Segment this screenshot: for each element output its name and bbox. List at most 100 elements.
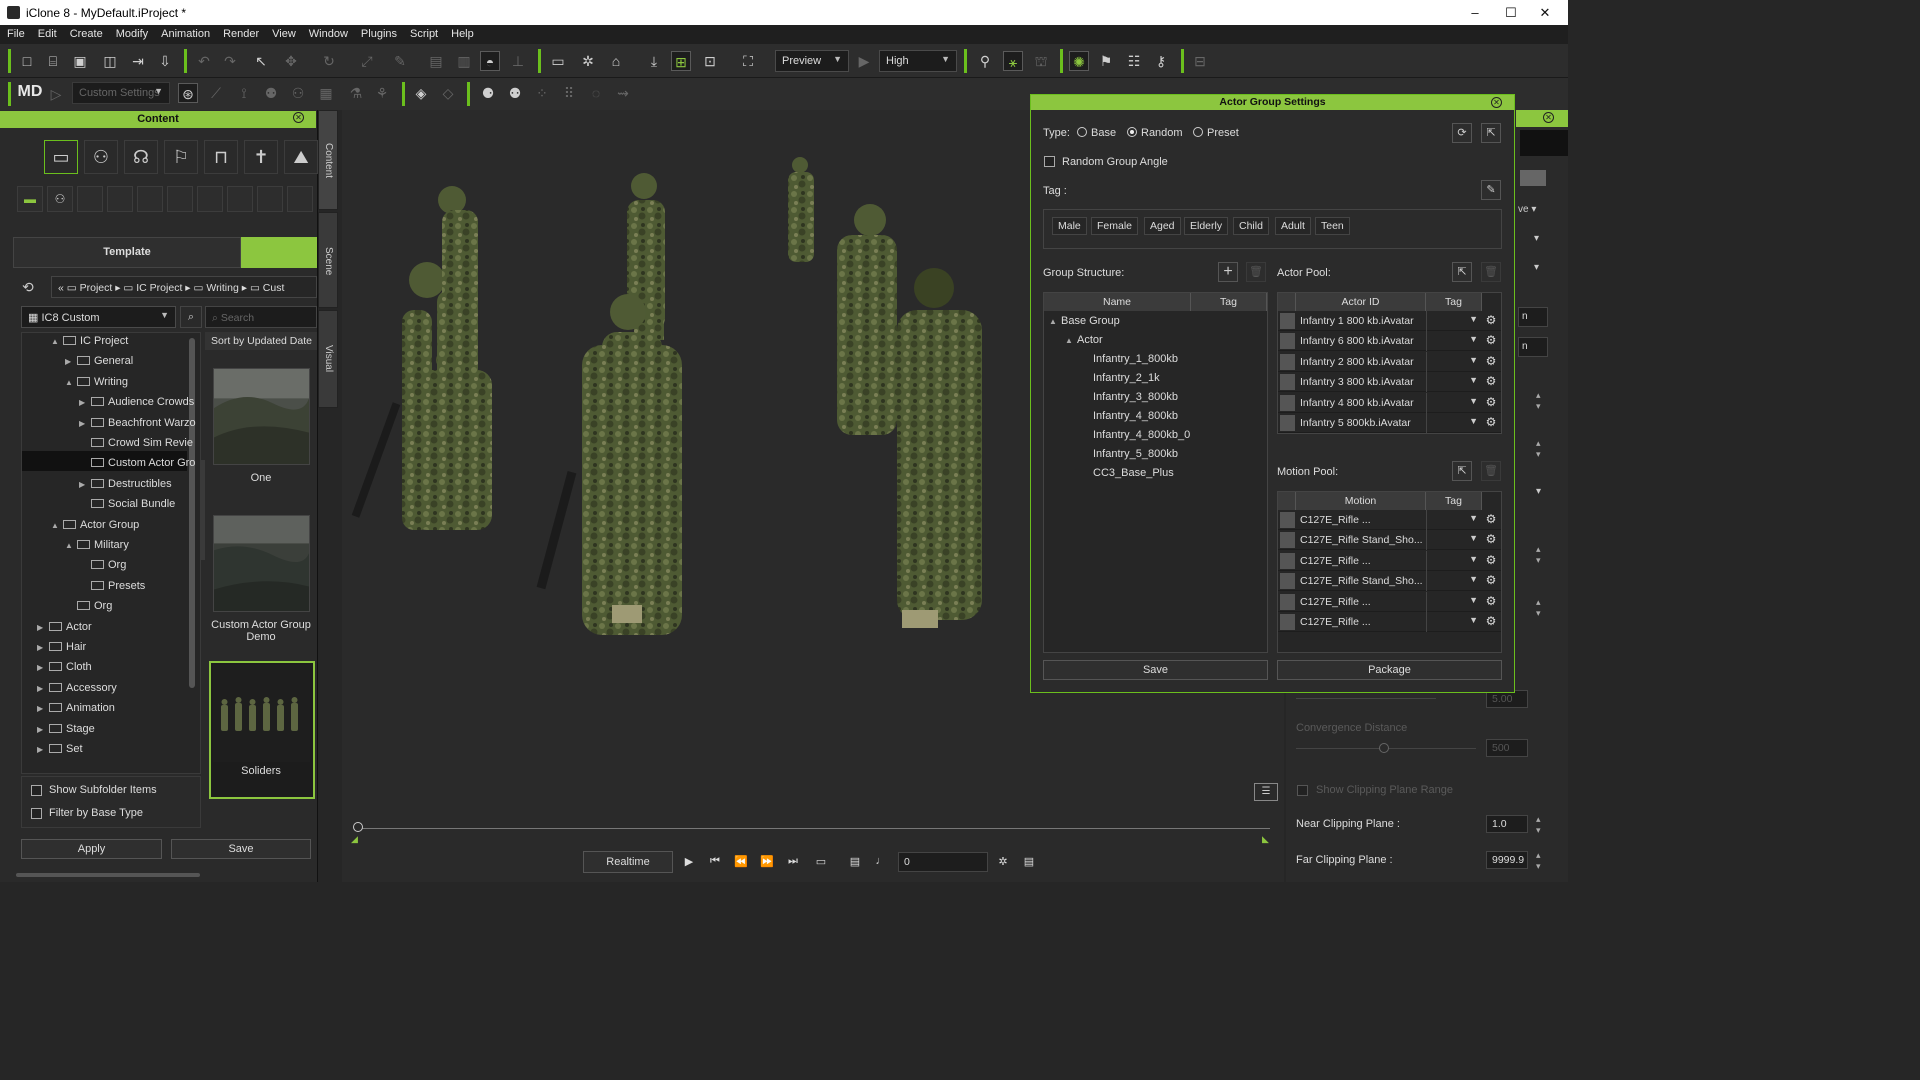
delete-actor-icon[interactable]: 🗑 <box>1481 262 1501 282</box>
refresh-icon[interactable]: ⟳ <box>1452 123 1472 143</box>
open-project-icon[interactable]: ⌸ <box>43 51 63 71</box>
motion-row[interactable]: C127E_Rifle Stand_Sho... ▼ ⚙ <box>1278 530 1501 551</box>
chevron-down-icon[interactable]: ▾ <box>1536 486 1541 497</box>
motion-row[interactable]: C127E_Rifle ... ▼ ⚙ <box>1278 591 1501 612</box>
tree-item[interactable]: Org <box>65 596 112 616</box>
empty-slot[interactable] <box>287 186 313 212</box>
horizontal-scrollbar[interactable] <box>16 873 200 877</box>
empty-slot[interactable] <box>107 186 133 212</box>
expand-arrow-icon[interactable]: ▶ <box>79 475 91 495</box>
menu-view[interactable]: View <box>265 25 302 40</box>
realtime-button[interactable]: Realtime <box>583 851 673 873</box>
redo-icon[interactable]: ↷ <box>220 51 240 71</box>
tree-item[interactable]: ▶ Set <box>37 739 83 759</box>
end-marker-icon[interactable]: ◣ <box>1262 834 1269 845</box>
expand-arrow-icon[interactable]: ▲ <box>1049 312 1061 332</box>
rotate-icon[interactable]: ↻ <box>319 51 339 71</box>
menu-modify[interactable]: Modify <box>109 25 154 40</box>
near-clipping-input[interactable]: 1.0 <box>1486 815 1528 833</box>
crowd-icon[interactable]: ⚉ <box>505 83 525 103</box>
breadcrumb-cust[interactable]: ▭ Cust <box>250 282 284 294</box>
actor-category-icon[interactable]: ⚇ <box>84 140 118 174</box>
structure-row[interactable]: Infantry_5_800kb <box>1093 444 1178 464</box>
expand-arrow-icon[interactable]: ▶ <box>79 393 91 413</box>
group-filter-icon[interactable]: ⚇ <box>47 186 73 212</box>
folder-filter-icon[interactable]: ▬ <box>17 186 43 212</box>
hair-category-icon[interactable]: ☊ <box>124 140 158 174</box>
filter-base-checkbox[interactable] <box>31 808 42 819</box>
thumbnail-demo-image[interactable] <box>213 515 310 612</box>
tree-item[interactable]: ▲ Military <box>65 535 129 555</box>
breadcrumb-writing[interactable]: ▭ Writing ▸ <box>194 282 248 294</box>
expand-arrow-icon[interactable]: ▶ <box>37 679 49 699</box>
tag-dropdown[interactable]: ▼ <box>1426 612 1482 632</box>
back-icon[interactable]: ⟲ <box>22 279 34 296</box>
chevron-down-icon[interactable]: ▾ <box>1534 262 1539 273</box>
menu-edit[interactable]: Edit <box>31 25 63 40</box>
tag-aged[interactable]: Aged <box>1144 217 1181 235</box>
structure-row[interactable]: CC3_Base_Plus <box>1093 463 1174 483</box>
subtitle-icon[interactable]: ▤ <box>846 855 864 869</box>
gear-icon[interactable]: ⚙ <box>1483 333 1499 349</box>
circle-array-icon[interactable]: ◌ <box>586 83 606 103</box>
audio-icon[interactable]: ♩ <box>872 855 890 869</box>
frame-input[interactable]: 0 <box>898 852 988 872</box>
sort-dropdown[interactable]: Sort by Updated Date <box>205 332 317 350</box>
tree-item[interactable]: Custom Actor Gro <box>79 453 195 473</box>
grid-snap-icon[interactable]: ⊞ <box>671 51 691 71</box>
empty-slot[interactable] <box>77 186 103 212</box>
library-dropdown[interactable]: ▦ IC8 Custom ▼ <box>21 306 176 328</box>
gear-icon[interactable]: ⚙ <box>1483 313 1499 329</box>
import-actor-icon[interactable]: ⇱ <box>1452 262 1472 282</box>
clipboard-icon[interactable]: ☷ <box>1124 51 1144 71</box>
structure-row[interactable]: Infantry_2_1k <box>1093 368 1160 388</box>
tree-item[interactable]: Crowd Sim Revie <box>79 433 193 453</box>
scale-icon[interactable]: ⤢ <box>357 51 377 71</box>
settings-icon[interactable]: ✲ <box>994 855 1012 869</box>
render-mode-dropdown[interactable]: Preview ▼ <box>775 50 849 72</box>
import-motion-icon[interactable]: ⇱ <box>1452 461 1472 481</box>
tag-dropdown[interactable]: ▼ <box>1426 392 1482 413</box>
tree-scrollbar[interactable] <box>189 338 195 688</box>
tag-dropdown[interactable]: ▼ <box>1426 331 1482 352</box>
cloth-category-icon[interactable]: ⚐ <box>164 140 198 174</box>
empty-slot[interactable] <box>197 186 223 212</box>
select-icon[interactable]: ↖ <box>251 51 271 71</box>
gear-icon[interactable]: ⚙ <box>1483 354 1499 370</box>
render-icon[interactable]: ◫ <box>100 51 120 71</box>
gear-icon[interactable]: ⚙ <box>1483 395 1499 411</box>
align-icon[interactable]: ▤ <box>426 51 446 71</box>
tree-item[interactable]: ▶ Hair <box>37 637 86 657</box>
folder-search-icon[interactable]: ⌕ <box>180 306 202 328</box>
search-input[interactable]: ⌕ Search <box>205 306 317 328</box>
walk-icon[interactable]: ⚘ <box>372 83 392 103</box>
close-icon[interactable]: ✕ <box>293 112 304 123</box>
tree-item[interactable]: Social Bundle <box>79 494 175 514</box>
tree-item[interactable]: ▲ Actor Group <box>51 515 139 535</box>
expand-arrow-icon[interactable]: ▲ <box>65 373 77 393</box>
tree-item[interactable]: ▲ IC Project <box>51 331 128 351</box>
partial-field-2[interactable]: n <box>1518 337 1548 357</box>
motion-row[interactable]: C127E_Rifle ... ▼ ⚙ <box>1278 612 1501 632</box>
save-project-icon[interactable]: ▣ <box>70 51 90 71</box>
tag-dropdown[interactable]: ▼ <box>1426 571 1482 592</box>
probe-icon[interactable]: ⚷ <box>1151 51 1171 71</box>
tag-dropdown[interactable]: ▼ <box>1426 591 1482 612</box>
partial-dropdown-1[interactable]: ve ▾ <box>1518 204 1536 215</box>
tag-child[interactable]: Child <box>1233 217 1269 235</box>
spinner-arrows[interactable]: ▴ ▾ <box>1536 814 1541 836</box>
tag-dropdown[interactable]: ▼ <box>1426 311 1482 331</box>
type-base-radio[interactable]: Base <box>1077 127 1116 139</box>
waypoint-icon[interactable]: ◈ <box>411 83 431 103</box>
go-to-start-icon[interactable]: ⏮ <box>706 855 724 869</box>
vr-icon[interactable]: ⊟ <box>1190 51 1210 71</box>
motion-row[interactable]: C127E_Rifle ... ▼ ⚙ <box>1278 550 1501 571</box>
tag-dropdown[interactable]: ▼ <box>1426 530 1482 551</box>
camera-mask-icon[interactable]: ◓ <box>480 51 500 71</box>
thumbnail-one-image[interactable] <box>213 368 310 465</box>
quality-dropdown[interactable]: High ▼ <box>879 50 957 72</box>
snap-icon[interactable]: ▥ <box>454 51 474 71</box>
panel-swatch[interactable] <box>1520 170 1546 186</box>
close-icon[interactable]: ✕ <box>1543 112 1554 123</box>
thumb-splitter[interactable] <box>201 460 205 560</box>
